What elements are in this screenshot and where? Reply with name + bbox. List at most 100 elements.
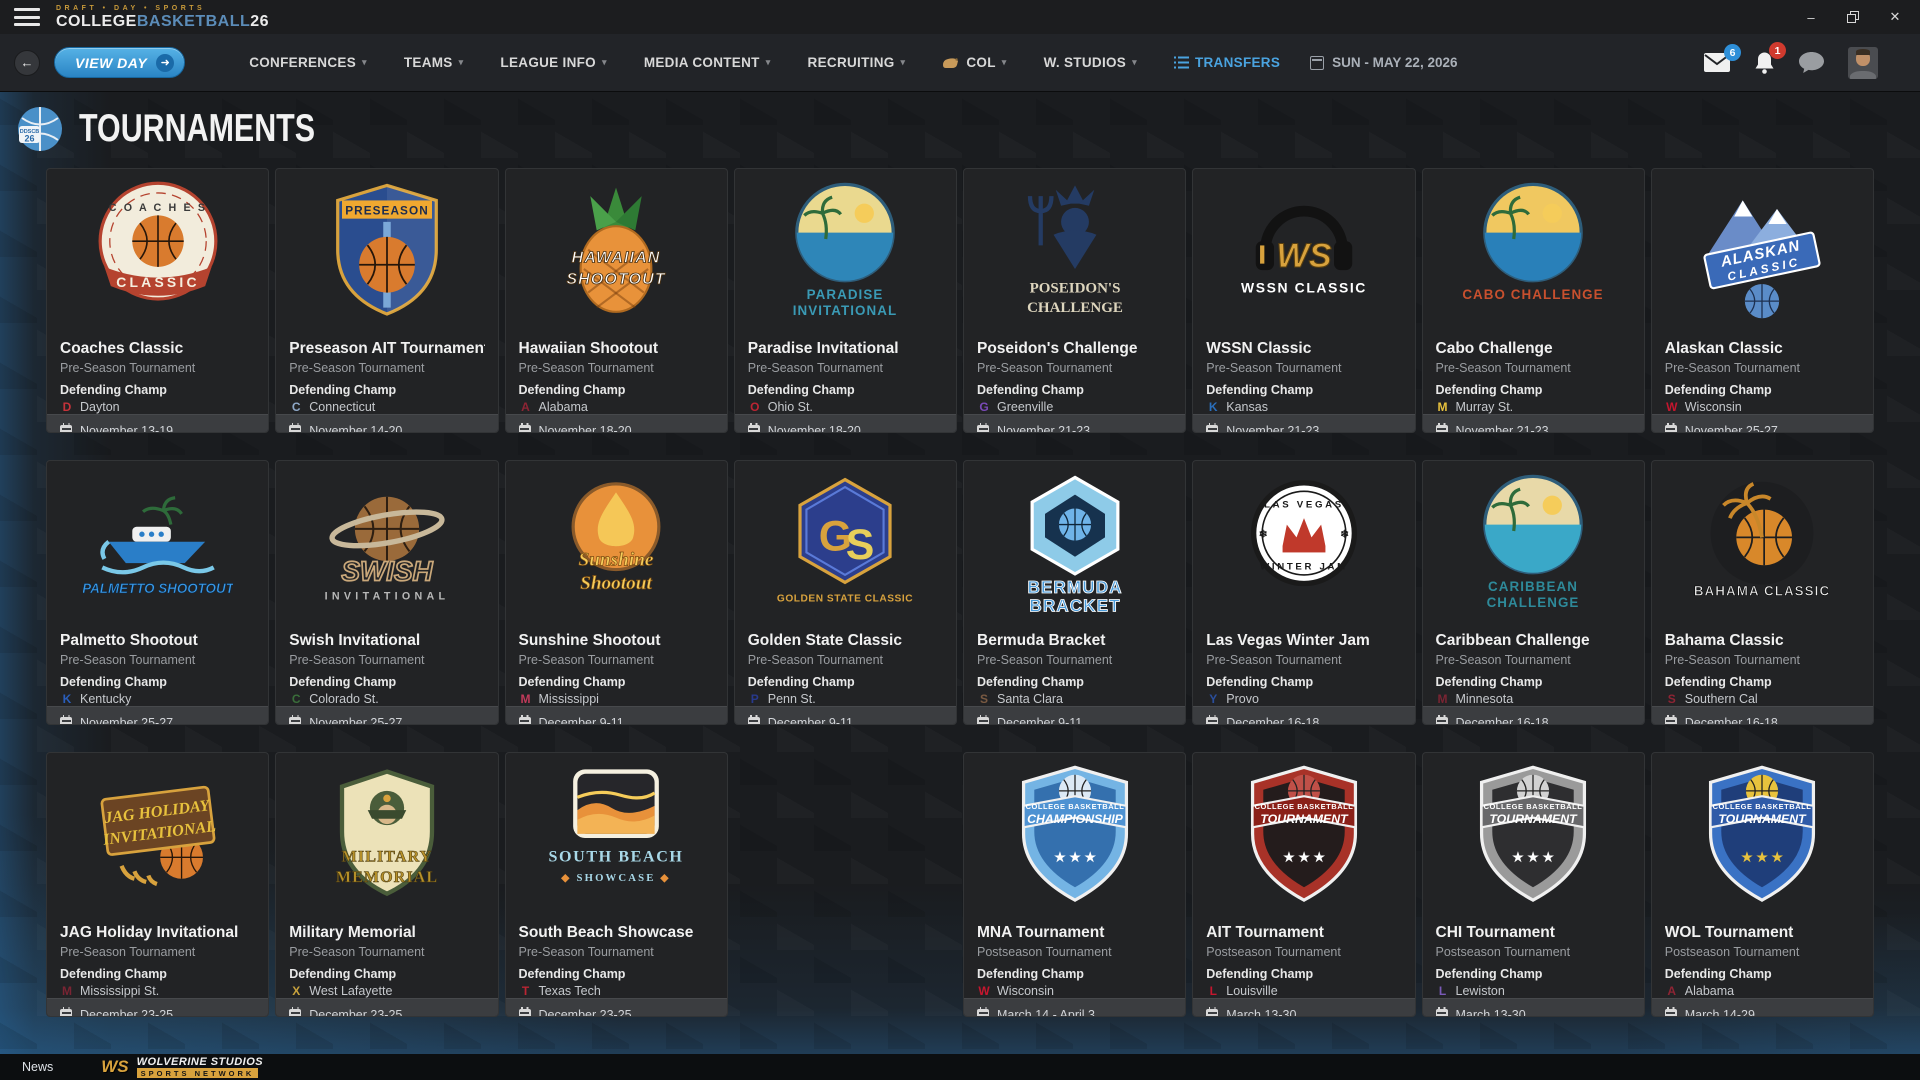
nav-item-media-content[interactable]: MEDIA CONTENT▾ [644, 55, 771, 70]
tournament-card[interactable]: SOUTH BEACH ◆ SHOWCASE ◆ South Beach Sho… [505, 752, 728, 1017]
defending-champ: K Kentucky [60, 692, 255, 706]
nav-item-col[interactable]: COL▾ [942, 55, 1006, 70]
team-logo-icon: T [519, 984, 533, 998]
network-mark-icon: WS [101, 1057, 128, 1077]
defending-champ-label: Defending Champ [1665, 967, 1860, 981]
defending-champ-name: Alabama [539, 400, 588, 414]
tournament-name: AIT Tournament [1206, 924, 1401, 942]
tournament-card[interactable]: PARADISEINVITATIONAL Paradise Invitation… [734, 168, 957, 433]
tournament-card[interactable]: COLLEGE BASKETBALL TOURNAMENT ★ ★ ★ WOL … [1651, 752, 1874, 1017]
network-name: WOLVERINE STUDIOS [137, 1056, 263, 1068]
tournament-card[interactable]: GS GOLDEN STATE CLASSIC Golden State Cla… [734, 460, 957, 725]
team-logo-icon: G [977, 400, 991, 414]
app-logo: DRAFT • DAY • SPORTS COLLEGEBASKETBALL26 [56, 5, 269, 30]
tournament-card[interactable]: WS WSSN CLASSIC WSSN Classic Pre-Season … [1192, 168, 1415, 433]
tournament-card[interactable]: CARIBBEANCHALLENGE Caribbean Challenge P… [1422, 460, 1645, 725]
svg-text:BAHAMA CLASSIC: BAHAMA CLASSIC [1694, 583, 1830, 598]
close-button[interactable]: ✕ [1880, 4, 1910, 30]
defending-champ-name: Kansas [1226, 400, 1268, 414]
nav-item-league-info[interactable]: LEAGUE INFO▾ [500, 55, 606, 70]
tournament-dates: March 13-30 [1423, 998, 1644, 1017]
network-logo: WS WOLVERINE STUDIOS SPORTS NETWORK [101, 1056, 263, 1078]
tournament-dates-text: November 21-23 [997, 424, 1090, 433]
calendar-icon [60, 717, 72, 725]
tournament-info: JAG Holiday Invitational Pre-Season Tour… [47, 923, 268, 998]
user-avatar[interactable] [1848, 47, 1878, 79]
chat-button[interactable] [1799, 52, 1824, 73]
calendar-icon [1206, 717, 1218, 725]
mail-button[interactable]: 6 [1704, 53, 1730, 72]
tournament-card[interactable]: BAHAMA CLASSIC Bahama Classic Pre-Season… [1651, 460, 1874, 725]
defending-champ-name: Minnesota [1456, 692, 1514, 706]
tournament-logo: COLLEGE BASKETBALL TOURNAMENT ★ ★ ★ [1652, 753, 1873, 923]
defending-champ-label: Defending Champ [519, 967, 714, 981]
tournament-card[interactable]: SWISH INVITATIONAL Swish Invitational Pr… [275, 460, 498, 725]
svg-text:COLLEGE BASKETBALL: COLLEGE BASKETBALL [1713, 802, 1812, 811]
calendar-icon [1206, 1009, 1218, 1017]
calendar-icon [289, 425, 301, 433]
nav-item-conferences[interactable]: CONFERENCES▾ [249, 55, 367, 70]
svg-text:◆ SHOWCASE ◆: ◆ SHOWCASE ◆ [560, 872, 670, 884]
nav-item-w-studios[interactable]: W. STUDIOS▾ [1044, 55, 1137, 70]
tournament-card[interactable]: BERMUDA BRACKET Bermuda Bracket Pre-Seas… [963, 460, 1186, 725]
tournament-dates: December 23-25 [47, 998, 268, 1017]
tournament-card[interactable]: PALMETTO SHOOTOUT Palmetto Shootout Pre-… [46, 460, 269, 725]
nav-item-transfers[interactable]: TRANSFERS [1174, 55, 1280, 70]
tournament-card[interactable]: HAWAIIAN SHOOTOUT Hawaiian Shootout Pre-… [505, 168, 728, 433]
tournament-type: Pre-Season Tournament [519, 945, 714, 959]
team-logo-icon: M [1436, 692, 1450, 706]
tournament-card[interactable]: MILITARY MEMORIAL Military Memorial Pre-… [275, 752, 498, 1017]
tournament-name: Bahama Classic [1665, 632, 1860, 650]
defending-champ-name: Greenville [997, 400, 1053, 414]
tournament-card[interactable]: CABO CHALLENGE Cabo Challenge Pre-Season… [1422, 168, 1645, 433]
hamburger-menu-icon[interactable] [14, 8, 40, 26]
tournament-dates: December 9-11 [735, 706, 956, 725]
tournament-card[interactable]: COLLEGE BASKETBALL CHAMPIONSHIP ★ ★ ★ MN… [963, 752, 1186, 1017]
nav-item-teams[interactable]: TEAMS▾ [404, 55, 464, 70]
tournament-logo: COLLEGE BASKETBALL TOURNAMENT ★ ★ ★ [1193, 753, 1414, 923]
svg-text:WINTER JAM: WINTER JAM [1260, 562, 1348, 573]
tournament-dates-text: March 13-30 [1226, 1008, 1296, 1017]
tournament-card[interactable]: COLLEGE BASKETBALL TOURNAMENT ★ ★ ★ CHI … [1422, 752, 1645, 1017]
tournament-card[interactable]: ALASKANCLASSIC Alaskan Classic Pre-Seaso… [1651, 168, 1874, 433]
tournament-type: Pre-Season Tournament [289, 653, 484, 667]
view-day-button[interactable]: VIEW DAY ➜ [54, 47, 185, 78]
tournament-info: Hawaiian Shootout Pre-Season Tournament … [506, 339, 727, 414]
defending-champ-label: Defending Champ [977, 383, 1172, 397]
defending-champ-label: Defending Champ [748, 383, 943, 397]
tournament-card[interactable]: POSEIDON'SCHALLENGE Poseidon's Challenge… [963, 168, 1186, 433]
defending-champ-label: Defending Champ [1206, 383, 1401, 397]
svg-text:26: 26 [24, 134, 34, 144]
nav-item-recruiting[interactable]: RECRUITING▾ [808, 55, 906, 70]
tournament-type: Pre-Season Tournament [519, 361, 714, 375]
nav-item-label: TEAMS [404, 55, 453, 70]
tournament-dates: November 25-27 [276, 706, 497, 725]
restore-button[interactable] [1838, 4, 1868, 30]
tournament-card[interactable]: C O A C H E S CLASSIC Coaches Classic Pr… [46, 168, 269, 433]
team-logo-icon: M [519, 692, 533, 706]
tournament-card[interactable]: COLLEGE BASKETBALL TOURNAMENT ★ ★ ★ AIT … [1192, 752, 1415, 1017]
tournament-logo: C O A C H E S CLASSIC [47, 169, 268, 339]
tournament-card[interactable]: PRESEASON Preseason AIT Tournament Pre-S… [275, 168, 498, 433]
restore-icon [1847, 11, 1859, 23]
defending-champ: Y Provo [1206, 692, 1401, 706]
team-logo-icon: L [1436, 984, 1450, 998]
app-logo-tagline: DRAFT • DAY • SPORTS [56, 5, 269, 12]
current-date-text: SUN - MAY 22, 2026 [1332, 55, 1457, 70]
svg-text:SOUTH BEACH: SOUTH BEACH [549, 849, 684, 866]
tournament-card[interactable]: Sunshine Shootout Sunshine Shootout Pre-… [505, 460, 728, 725]
defending-champ: P Penn St. [748, 692, 943, 706]
news-link[interactable]: News [22, 1060, 53, 1074]
tournament-card[interactable]: JAG HOLIDAY INVITATIONAL JAG Holiday Inv… [46, 752, 269, 1017]
tournament-info: Alaskan Classic Pre-Season Tournament De… [1652, 339, 1873, 414]
tournament-dates-text: December 16-18 [1226, 716, 1319, 725]
tournament-info: Sunshine Shootout Pre-Season Tournament … [506, 631, 727, 706]
tournament-card[interactable]: LAS VEGAS WINTER JAM ❄❄ Las Vegas Winter… [1192, 460, 1415, 725]
defending-champ-label: Defending Champ [977, 675, 1172, 689]
back-button[interactable]: ← [14, 50, 40, 76]
chevron-down-icon: ▾ [602, 57, 607, 68]
notifications-button[interactable]: 1 [1754, 51, 1775, 74]
transfer-list-icon [1174, 56, 1189, 69]
app-logo-part: COLLEGE [56, 13, 137, 30]
minimize-button[interactable]: – [1796, 4, 1826, 30]
